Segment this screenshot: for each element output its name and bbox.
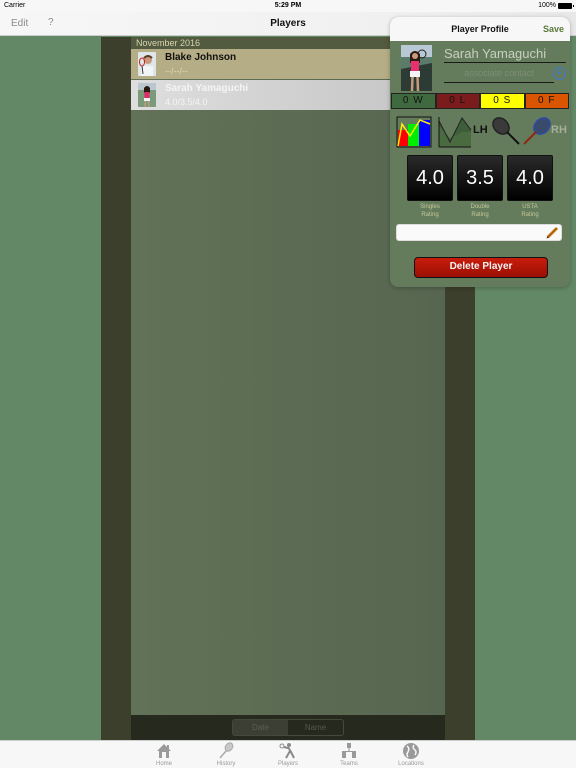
rating-label-line1: Double: [470, 204, 490, 210]
tab-teams[interactable]: Teams: [319, 742, 379, 767]
tab-label: Players: [277, 761, 298, 767]
singles-rating[interactable]: 4.0 Singles Rating: [407, 155, 453, 219]
tab-bar: Home History Players Teams Locations: [0, 740, 576, 768]
line-chart-icon[interactable]: [438, 116, 472, 148]
sort-segmented-control: Date Name: [232, 719, 344, 736]
player-row-sarah-yamaguchi[interactable]: Sarah Yamaguchi 4.0/3.5/4.0: [131, 80, 399, 110]
status-bar: Carrier 5:29 PM 100%: [0, 0, 576, 12]
sort-by-date[interactable]: Date: [233, 720, 288, 735]
delete-player-button[interactable]: Delete Player: [414, 257, 548, 278]
tab-players[interactable]: Players: [258, 742, 318, 767]
save-button[interactable]: Save: [543, 24, 564, 34]
ratings-group: 4.0 Singles Rating 3.5 Double Rating 4.0…: [407, 155, 557, 219]
bar-chart-icon[interactable]: [396, 116, 432, 148]
battery-indicator: 100%: [538, 2, 574, 9]
right-hand-racket-icon[interactable]: [522, 116, 552, 146]
pencil-icon[interactable]: [545, 226, 559, 240]
player-icon: [279, 743, 295, 759]
avatar: [138, 52, 156, 76]
racket-icon: [219, 742, 234, 759]
popover-header: Player Profile Save: [390, 17, 570, 41]
left-gutter: [101, 37, 131, 740]
tab-label: History: [216, 761, 236, 767]
wins-count: 0 W: [391, 93, 436, 109]
rating-label-line2: Rating: [521, 212, 539, 218]
tab-home[interactable]: Home: [134, 742, 194, 767]
stats-and-handedness-row: LH RH: [390, 112, 570, 152]
add-contact-icon[interactable]: +: [553, 67, 566, 80]
home-icon: [157, 744, 171, 758]
losses-count: 0 L: [435, 93, 480, 109]
rating-label: USTA Rating: [507, 203, 553, 219]
sets-count: 0 S: [480, 93, 525, 109]
section-header: November 2016: [131, 37, 391, 49]
tab-label: Locations: [398, 761, 424, 767]
player-row-blake-johnson[interactable]: Blake Johnson --/--/--: [131, 49, 391, 79]
rating-label: Singles Rating: [407, 203, 453, 219]
rating-value: 3.5: [457, 155, 503, 201]
player-name: Sarah Yamaguchi: [165, 83, 249, 94]
profile-photo[interactable]: [401, 45, 432, 91]
player-subtitle: --/--/--: [165, 66, 188, 76]
rating-label: Double Rating: [457, 203, 503, 219]
tab-label: Home: [155, 761, 172, 767]
player-subtitle: 4.0/3.5/4.0: [165, 97, 208, 107]
tab-label: Teams: [340, 761, 358, 767]
battery-icon: [558, 2, 574, 9]
right-hand-label[interactable]: RH: [551, 124, 567, 136]
rating-label-line2: Rating: [421, 212, 439, 218]
doubles-rating[interactable]: 3.5 Double Rating: [457, 155, 503, 219]
forfeits-count: 0 F: [524, 93, 569, 109]
associate-contact-field[interactable]: associate contact: [444, 68, 554, 83]
player-name: Blake Johnson: [165, 52, 237, 63]
rating-label-line1: USTA: [522, 204, 538, 210]
tab-locations[interactable]: Locations: [381, 742, 441, 767]
bottom-toolbar: Date Name: [131, 715, 445, 740]
left-hand-racket-icon[interactable]: [491, 116, 521, 146]
notes-field[interactable]: [396, 224, 562, 241]
tab-history[interactable]: History: [196, 742, 256, 767]
clock: 5:29 PM: [274, 2, 302, 9]
player-name-field[interactable]: Sarah Yamaguchi: [444, 46, 566, 63]
sort-by-name[interactable]: Name: [288, 720, 343, 735]
teams-icon: [342, 743, 356, 758]
globe-icon: [403, 743, 419, 759]
left-hand-label[interactable]: LH: [473, 124, 488, 136]
player-profile-popover: Player Profile Save Sarah Yamaguchi asso…: [390, 17, 570, 287]
rating-label-line2: Rating: [471, 212, 489, 218]
rating-label-line1: Singles: [420, 204, 440, 210]
rating-value: 4.0: [507, 155, 553, 201]
win-loss-record: 0 W 0 L 0 S 0 F: [391, 93, 569, 109]
avatar: [138, 83, 156, 107]
battery-percent: 100%: [538, 2, 556, 9]
usta-rating[interactable]: 4.0 USTA Rating: [507, 155, 553, 219]
rating-value: 4.0: [407, 155, 453, 201]
